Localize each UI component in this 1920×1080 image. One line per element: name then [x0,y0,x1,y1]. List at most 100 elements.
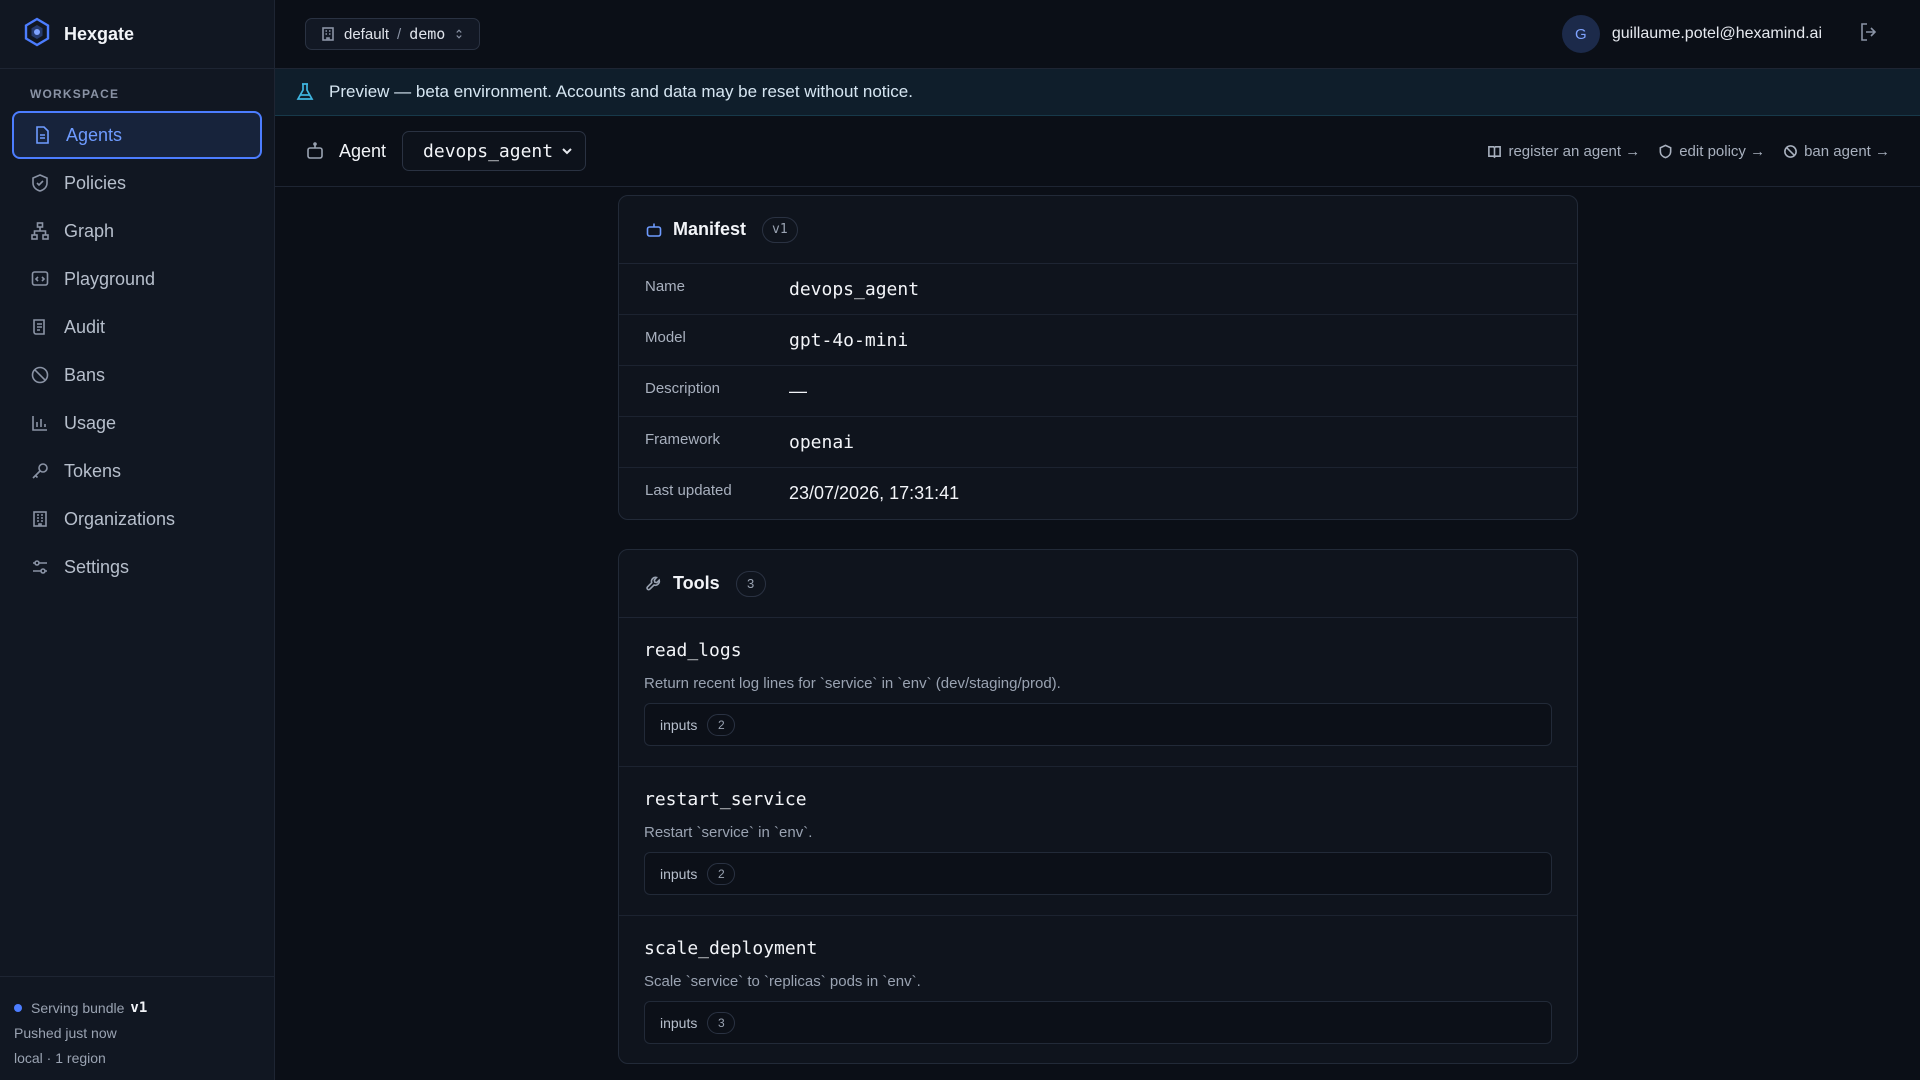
inputs-count-badge: 2 [707,862,736,885]
field-value: 23/07/2026, 17:31:41 [789,483,960,503]
field-label: Description [645,379,721,397]
avatar[interactable]: G [1561,15,1600,53]
graph-icon [31,222,49,240]
agent-actions: register an agent → edit policy → ban ag… [1487,143,1890,160]
tool-name: restart_service [644,789,807,810]
sidebar-item-label: Policies [64,172,127,193]
audit-icon [33,319,45,335]
flask-icon [296,83,314,100]
manifest-row-name: Name devops_agent [619,264,1577,315]
selected-agent: devops_agent [423,140,554,162]
banner-text: Preview — beta environment. Accounts and… [329,82,913,101]
ban-agent-label: ban agent → [1804,142,1890,160]
logout-icon [1861,22,1877,41]
tools-header: Tools 3 [619,550,1577,618]
tool-inputs-toggle[interactable]: inputs 3 [644,1001,1552,1044]
sidebar-item-label: Agents [66,124,123,145]
topbar: default / demo G guillaume.potel@hexamin… [275,0,1920,69]
tools-title: Tools [673,573,720,593]
shield-icon [1659,144,1672,158]
sidebar-nav: Agents Policies Graph Playground Audit B… [0,111,274,591]
serving-bundle-label: Serving bundle [31,999,125,1016]
manifest-header: Manifest v1 [619,196,1577,264]
book-icon [1488,145,1502,158]
building-icon [33,511,47,527]
manifest-row-description: Description — [619,366,1577,417]
agent-label: Agent [339,140,387,161]
logout-button[interactable] [1858,21,1880,48]
edit-policy-label: edit policy → [1679,142,1766,160]
sidebar-item-playground[interactable]: Playground [12,255,262,303]
key-icon [32,463,48,479]
preview-banner: Preview — beta environment. Accounts and… [275,69,1920,116]
inputs-count-badge: 2 [707,713,736,736]
ban-agent-link[interactable]: ban agent → [1783,143,1890,160]
sidebar-item-label: Organizations [64,508,176,529]
inputs-count-badge: 3 [707,1011,736,1034]
tools-card: Tools 3 read_logs Return recent log line… [618,549,1578,1064]
agent-toolbar: Agent devops_agent register an agent → e… [275,116,1920,187]
tool-inputs-toggle[interactable]: inputs 2 [644,852,1552,895]
chevron-updown-icon [456,29,463,39]
register-agent-link[interactable]: register an agent → [1487,143,1640,160]
bot-icon [307,142,323,159]
sidebar-item-bans[interactable]: Bans [12,351,262,399]
sidebar-item-label: Usage [64,412,117,433]
sidebar-item-settings[interactable]: Settings [12,543,262,591]
tool-name: scale_deployment [644,938,818,959]
bundle-status: Serving bundle v1 Pushed just now local … [0,976,274,1080]
sidebar-item-usage[interactable]: Usage [12,399,262,447]
tool-inputs-toggle[interactable]: inputs 2 [644,703,1552,746]
tools-count-badge: 3 [735,570,766,597]
region-status: local · 1 region [14,1049,106,1066]
manifest-title: Manifest [673,219,747,239]
file-icon [36,126,49,144]
manifest-card: Manifest v1 Name devops_agent Model gpt-… [618,195,1578,520]
hexgate-logo-icon [22,17,52,52]
agent-select[interactable]: devops_agent [402,131,587,171]
bundle-version: v1 [130,999,148,1016]
tool-description: Scale `service` to `replicas` pods in `e… [644,973,921,990]
sidebar-item-label: Audit [64,316,106,337]
chevron-down-icon [562,148,572,155]
sidebar-item-audit[interactable]: Audit [12,303,262,351]
field-value: devops_agent [789,278,920,300]
sidebar-item-tokens[interactable]: Tokens [12,447,262,495]
edit-policy-link[interactable]: edit policy → [1658,143,1765,160]
sidebar-item-label: Tokens [64,460,122,481]
manifest-version-badge: v1 [762,216,798,243]
scope-separator: / [397,25,402,43]
sidebar-item-agents[interactable]: Agents [12,111,262,159]
tool-item: restart_service Restart `service` in `en… [619,767,1577,916]
project-name: demo [409,25,446,43]
app-name: Hexgate [64,23,135,44]
shield-icon [32,174,48,192]
tool-item: scale_deployment Scale `service` to `rep… [619,916,1577,1063]
sidebar-item-policies[interactable]: Policies [12,159,262,207]
field-label: Framework [645,430,721,448]
status-dot [14,1003,22,1012]
field-value: openai [789,431,855,453]
manifest-row-last-updated: Last updated 23/07/2026, 17:31:41 [619,468,1577,519]
building-icon [322,27,334,41]
user-menu: G guillaume.potel@hexamind.ai [1561,15,1880,53]
sidebar-item-organizations[interactable]: Organizations [12,495,262,543]
tool-item: read_logs Return recent log lines for `s… [619,618,1577,767]
playground-icon [31,271,49,286]
manifest-row-framework: Framework openai [619,417,1577,468]
tool-description: Restart `service` in `env`. [644,824,813,841]
sidebar-item-graph[interactable]: Graph [12,207,262,255]
field-label: Model [645,328,686,346]
bot-icon [646,223,662,237]
ban-icon [1784,144,1798,158]
inputs-label: inputs [660,865,698,882]
user-email: guillaume.potel@hexamind.ai [1611,25,1822,42]
sidebar-item-label: Graph [64,220,115,241]
field-value: gpt-4o-mini [789,329,909,351]
sliders-icon [33,560,47,574]
tool-name: read_logs [644,640,742,661]
inputs-label: inputs [660,716,698,733]
brand[interactable]: Hexgate [0,0,274,69]
pushed-status: Pushed just now [14,1024,117,1041]
org-project-switcher[interactable]: default / demo [305,18,481,50]
